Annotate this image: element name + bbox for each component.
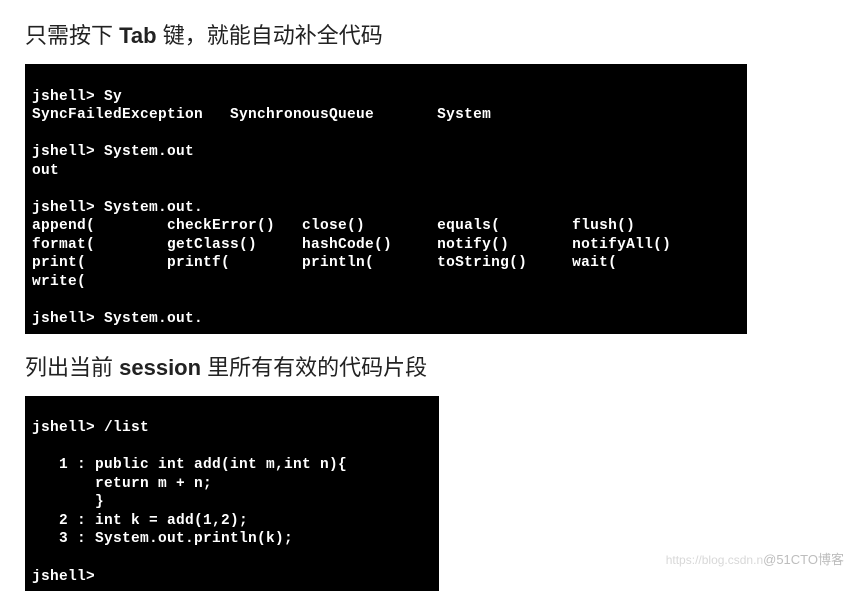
terminal-tab-completion: jshell> Sy SyncFailedException Synchrono… — [25, 64, 747, 334]
watermark-left: https://blog.csdn.n — [666, 553, 763, 567]
heading-text-pre: 只需按下 — [25, 23, 119, 48]
term-line: write( — [32, 274, 86, 290]
watermark: https://blog.csdn.n@51CTO博客 — [666, 549, 844, 568]
heading-bold-session: session — [119, 355, 201, 380]
term-line: jshell> System.out. — [32, 200, 203, 216]
term-line: jshell> System.out. — [32, 311, 203, 327]
term-line: jshell> /list — [32, 420, 149, 436]
term-line: jshell> Sy — [32, 89, 122, 105]
heading-list-session: 列出当前 session 里所有有效的代码片段 — [25, 350, 825, 382]
term-line: format( getClass() hashCode() notify() n… — [32, 237, 671, 253]
heading-text-pre: 列出当前 — [25, 355, 119, 380]
watermark-right: @51CTO博客 — [763, 552, 844, 567]
term-line: SyncFailedException SynchronousQueue Sys… — [32, 107, 491, 123]
heading-text-post: 键，就能自动补全代码 — [157, 23, 383, 48]
term-line: } — [32, 494, 104, 510]
heading-bold-tab: Tab — [119, 23, 156, 48]
term-line: 1 : public int add(int m,int n){ — [32, 457, 347, 473]
term-line: jshell> — [32, 569, 95, 585]
terminal-list-snippets: jshell> /list 1 : public int add(int m,i… — [25, 396, 439, 591]
term-line: return m + n; — [32, 476, 212, 492]
term-line: 2 : int k = add(1,2); — [32, 513, 248, 529]
heading-text-post: 里所有有效的代码片段 — [201, 355, 427, 380]
term-line: print( printf( println( toString() wait( — [32, 255, 617, 271]
term-line: out — [32, 163, 59, 179]
term-line: append( checkError() close() equals( flu… — [32, 218, 635, 234]
heading-tab-autocomplete: 只需按下 Tab 键，就能自动补全代码 — [25, 18, 825, 50]
term-line: 3 : System.out.println(k); — [32, 531, 293, 547]
term-line: jshell> System.out — [32, 144, 194, 160]
